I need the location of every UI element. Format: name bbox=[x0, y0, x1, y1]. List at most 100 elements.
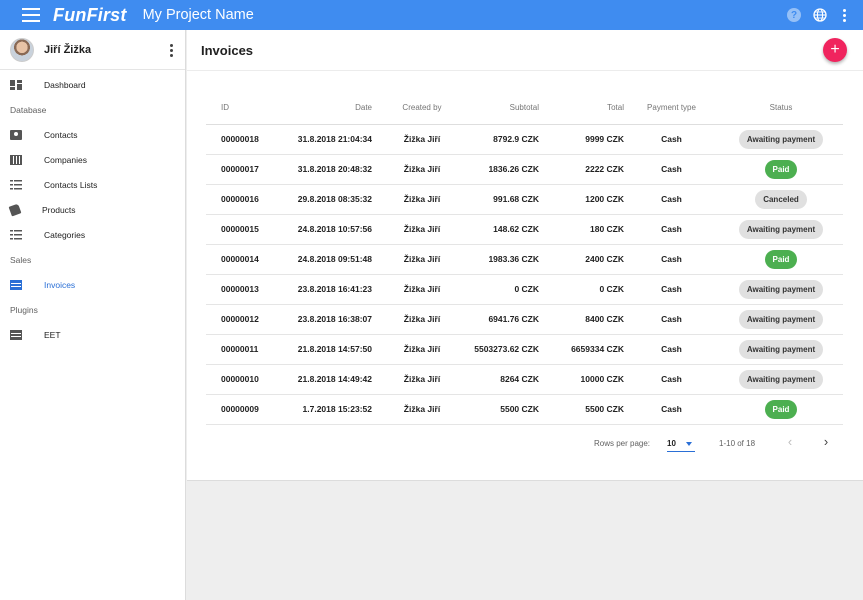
sidebar-item-dashboard[interactable]: Dashboard bbox=[0, 72, 185, 97]
dropdown-arrow-icon bbox=[686, 442, 692, 446]
invoice-created-by: Žižka Jiří bbox=[372, 334, 472, 365]
avatar[interactable] bbox=[10, 37, 34, 62]
invoice-id: 00000014 bbox=[206, 244, 286, 275]
column-header-subtotal[interactable]: Subtotal bbox=[472, 92, 539, 125]
invoice-payment-type: Cash bbox=[624, 394, 719, 425]
top-app-bar: FunFirst My Project Name ? bbox=[0, 0, 863, 30]
invoice-total: 9999 CZK bbox=[539, 124, 624, 155]
add-invoice-button[interactable]: + bbox=[823, 38, 847, 62]
sidebar-item-label: Contacts bbox=[44, 129, 78, 140]
invoice-total: 1200 CZK bbox=[539, 184, 624, 215]
divider bbox=[187, 70, 863, 71]
invoice-total: 2222 CZK bbox=[539, 154, 624, 185]
sidebar-item-invoices[interactable]: Invoices bbox=[0, 272, 185, 297]
sidebar: Jiří Žižka Dashboard Database Contacts C… bbox=[0, 30, 186, 600]
sidebar-item-products[interactable]: Products bbox=[0, 197, 185, 222]
sidebar-item-companies[interactable]: Companies bbox=[0, 147, 185, 172]
next-page-icon[interactable]: › bbox=[819, 435, 833, 449]
dashboard-icon bbox=[10, 79, 22, 90]
table-row[interactable]: 00000016 29.8.2018 08:35:32 Žižka Jiří 991.… bbox=[206, 184, 843, 215]
invoice-status: Awaiting payment bbox=[719, 214, 843, 245]
sidebar-item-label: Dashboard bbox=[44, 79, 86, 90]
status-badge: Canceled bbox=[755, 189, 807, 209]
invoice-id: 00000018 bbox=[206, 124, 286, 155]
main-content: Invoices + ID Date Created by Subtotal T… bbox=[187, 30, 863, 481]
list-icon bbox=[10, 179, 22, 190]
table-header-row: ID Date Created by Subtotal Total Paymen… bbox=[206, 92, 843, 125]
app-logo[interactable]: FunFirst bbox=[53, 5, 127, 26]
table-row[interactable]: 00000017 31.8.2018 20:48:32 Žižka Jiří 1836… bbox=[206, 154, 843, 185]
invoice-status: Awaiting payment bbox=[719, 364, 843, 395]
invoice-subtotal: 1836.26 CZK bbox=[472, 154, 539, 185]
rows-per-page-label: Rows per page: bbox=[594, 439, 651, 448]
column-header-id[interactable]: ID bbox=[206, 92, 286, 125]
column-header-date[interactable]: Date bbox=[286, 92, 372, 125]
invoice-payment-type: Cash bbox=[624, 214, 719, 245]
sidebar-section-database: Database bbox=[10, 104, 47, 115]
column-header-created-by[interactable]: Created by bbox=[372, 92, 472, 125]
globe-icon[interactable] bbox=[813, 8, 827, 22]
invoice-payment-type: Cash bbox=[624, 304, 719, 335]
sidebar-item-contacts-lists[interactable]: Contacts Lists bbox=[0, 172, 185, 197]
status-badge: Awaiting payment bbox=[738, 129, 824, 149]
sidebar-item-label: Categories bbox=[44, 229, 86, 240]
invoice-date: 29.8.2018 08:35:32 bbox=[286, 184, 372, 215]
rows-per-page-select[interactable]: 10 bbox=[667, 437, 695, 452]
project-name[interactable]: My Project Name bbox=[143, 7, 254, 23]
table-row[interactable]: 00000015 24.8.2018 10:57:56 Žižka Jiří 148.… bbox=[206, 214, 843, 245]
invoice-status: Awaiting payment bbox=[719, 304, 843, 335]
previous-page-icon[interactable]: ‹ bbox=[783, 435, 797, 449]
table-row[interactable]: 00000009 1.7.2018 15:23:52 Žižka Jiří 5500 … bbox=[206, 394, 843, 425]
invoice-status: Paid bbox=[719, 394, 843, 425]
receipt-icon bbox=[10, 329, 22, 340]
sidebar-section-sales: Sales bbox=[10, 254, 32, 265]
list-icon bbox=[10, 229, 22, 240]
invoice-id: 00000012 bbox=[206, 304, 286, 335]
invoice-date: 21.8.2018 14:49:42 bbox=[286, 364, 372, 395]
help-icon[interactable]: ? bbox=[787, 8, 801, 22]
invoice-date: 24.8.2018 09:51:48 bbox=[286, 244, 372, 275]
table-row[interactable]: 00000014 24.8.2018 09:51:48 Žižka Jiří 1983… bbox=[206, 244, 843, 275]
table-row[interactable]: 00000018 31.8.2018 21:04:34 Žižka Jiří 8792… bbox=[206, 124, 843, 155]
column-header-payment-type[interactable]: Payment type bbox=[624, 92, 719, 125]
table-row[interactable]: 00000012 23.8.2018 16:38:07 Žižka Jiří 6941… bbox=[206, 304, 843, 335]
invoice-status: Canceled bbox=[719, 184, 843, 215]
column-header-status[interactable]: Status bbox=[719, 92, 843, 125]
invoice-date: 23.8.2018 16:41:23 bbox=[286, 274, 372, 305]
sidebar-item-contacts[interactable]: Contacts bbox=[0, 122, 185, 147]
status-badge: Paid bbox=[764, 159, 798, 179]
invoice-payment-type: Cash bbox=[624, 244, 719, 275]
user-menu-icon[interactable] bbox=[170, 44, 173, 57]
invoice-id: 00000010 bbox=[206, 364, 286, 395]
table-row[interactable]: 00000011 21.8.2018 14:57:50 Žižka Jiří 5503… bbox=[206, 334, 843, 365]
invoice-payment-type: Cash bbox=[624, 154, 719, 185]
sidebar-item-eet[interactable]: EET bbox=[0, 322, 185, 347]
invoice-date: 31.8.2018 20:48:32 bbox=[286, 154, 372, 185]
tag-icon bbox=[8, 203, 22, 216]
invoice-payment-type: Cash bbox=[624, 364, 719, 395]
invoice-created-by: Žižka Jiří bbox=[372, 214, 472, 245]
invoice-subtotal: 5503273.62 CZK bbox=[472, 334, 539, 365]
column-header-total[interactable]: Total bbox=[539, 92, 624, 125]
contacts-icon bbox=[10, 129, 22, 140]
invoice-status: Paid bbox=[719, 154, 843, 185]
table-row[interactable]: 00000013 23.8.2018 16:41:23 Žižka Jiří 0 CZ… bbox=[206, 274, 843, 305]
invoice-subtotal: 1983.36 CZK bbox=[472, 244, 539, 275]
invoice-subtotal: 6941.76 CZK bbox=[472, 304, 539, 335]
invoice-total: 8400 CZK bbox=[539, 304, 624, 335]
status-badge: Paid bbox=[764, 249, 798, 269]
invoice-total: 6659334 CZK bbox=[539, 334, 624, 365]
invoice-id: 00000017 bbox=[206, 154, 286, 185]
sidebar-item-label: Products bbox=[42, 204, 76, 215]
invoice-icon bbox=[10, 279, 22, 290]
invoice-payment-type: Cash bbox=[624, 184, 719, 215]
table-row[interactable]: 00000010 21.8.2018 14:49:42 Žižka Jiří 8264… bbox=[206, 364, 843, 395]
invoice-id: 00000015 bbox=[206, 214, 286, 245]
hamburger-menu-icon[interactable] bbox=[22, 8, 40, 22]
sidebar-item-categories[interactable]: Categories bbox=[0, 222, 185, 247]
status-badge: Awaiting payment bbox=[738, 309, 824, 329]
invoice-total: 0 CZK bbox=[539, 274, 624, 305]
more-vert-icon[interactable] bbox=[839, 8, 849, 22]
sidebar-item-label: Companies bbox=[44, 154, 87, 165]
invoice-created-by: Žižka Jiří bbox=[372, 154, 472, 185]
